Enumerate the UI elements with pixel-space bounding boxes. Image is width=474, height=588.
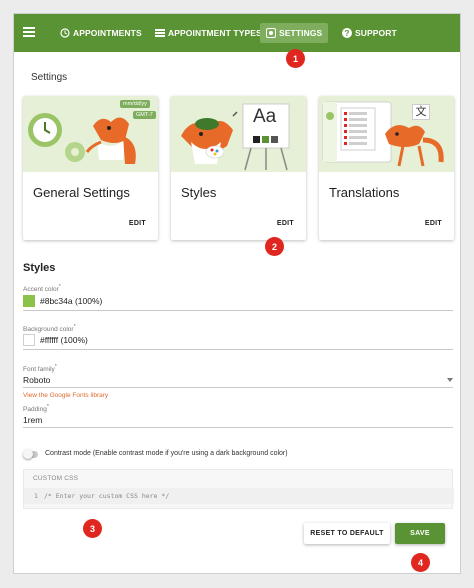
- edit-button[interactable]: EDIT: [425, 220, 442, 227]
- translations-illustration: 文: [319, 96, 454, 172]
- card-styles[interactable]: Aa Styles EDIT: [171, 96, 306, 240]
- accent-color-input[interactable]: #8bc34a (100%): [40, 296, 102, 306]
- contrast-mode-label: Contrast mode (Enable contrast mode if y…: [45, 450, 288, 457]
- font-family-label: Font family*: [23, 364, 57, 374]
- page-title: Settings: [31, 72, 68, 83]
- custom-css-label: CUSTOM CSS: [33, 475, 79, 482]
- background-color-input[interactable]: #ffffff (100%): [40, 335, 88, 345]
- background-color-swatch[interactable]: [23, 334, 35, 346]
- custom-css-editor[interactable]: CUSTOM CSS 1 /* Enter your custom CSS he…: [23, 469, 454, 509]
- card-title: Styles: [181, 185, 217, 200]
- nav-settings-label: SETTINGS: [279, 28, 323, 38]
- font-sample-text: Aa: [253, 106, 277, 127]
- padding-label: Padding*: [23, 404, 49, 414]
- card-title: Translations: [329, 185, 400, 200]
- top-nav: APPOINTMENTS APPOINTMENT TYPES SETTINGS …: [14, 14, 460, 52]
- styles-section-title: Styles: [23, 262, 56, 274]
- background-color-label: Background color*: [23, 324, 76, 334]
- toggle-knob: [23, 449, 33, 459]
- accent-color-swatch[interactable]: [23, 295, 35, 307]
- nav-appointment-types[interactable]: APPOINTMENT TYPES: [151, 23, 266, 43]
- reset-to-default-button[interactable]: RESET TO DEFAULT: [304, 523, 390, 544]
- font-family-select[interactable]: Roboto: [23, 375, 50, 385]
- list-icon: [155, 28, 165, 38]
- annotation-badge-4: 4: [411, 553, 430, 572]
- general-settings-illustration: mm/dd/yy GMT-7: [23, 96, 158, 172]
- custom-css-placeholder[interactable]: /* Enter your custom CSS here */: [44, 492, 169, 500]
- timezone-tag: GMT-7: [133, 111, 156, 119]
- card-title: General Settings: [33, 185, 130, 200]
- svg-text:?: ?: [345, 29, 350, 38]
- nav-appointments-label: APPOINTMENTS: [73, 28, 142, 38]
- font-family-underline: [23, 387, 453, 388]
- accent-color-underline: [23, 310, 453, 311]
- edit-button[interactable]: EDIT: [129, 220, 146, 227]
- google-fonts-link[interactable]: View the Google Fonts library: [23, 392, 108, 399]
- nav-support-label: SUPPORT: [355, 28, 397, 38]
- settings-icon: [266, 28, 276, 38]
- annotation-badge-2: 2: [265, 237, 284, 256]
- annotation-badge-1: 1: [286, 49, 305, 68]
- menu-icon[interactable]: [23, 27, 35, 37]
- nav-appointments[interactable]: APPOINTMENTS: [56, 23, 146, 43]
- styles-illustration: Aa: [171, 96, 306, 172]
- language-symbol: 文: [412, 104, 430, 120]
- date-format-tag: mm/dd/yy: [120, 100, 150, 108]
- padding-input[interactable]: 1rem: [23, 415, 42, 425]
- edit-button[interactable]: EDIT: [277, 220, 294, 227]
- custom-css-line: 1 /* Enter your custom CSS here */: [24, 488, 454, 504]
- card-translations[interactable]: 文 Translations EDIT: [319, 96, 454, 240]
- background-color-underline: [23, 349, 453, 350]
- nav-settings[interactable]: SETTINGS: [260, 23, 329, 43]
- clock-icon: [60, 28, 70, 38]
- annotation-badge-3: 3: [83, 519, 102, 538]
- nav-appointment-types-label: APPOINTMENT TYPES: [168, 28, 262, 38]
- chevron-down-icon[interactable]: [447, 378, 453, 382]
- save-button[interactable]: SAVE: [395, 523, 445, 544]
- padding-underline: [23, 427, 453, 428]
- help-icon: ?: [342, 28, 352, 38]
- line-number: 1: [34, 492, 38, 500]
- accent-color-label: Accent color*: [23, 284, 61, 294]
- card-general-settings[interactable]: mm/dd/yy GMT-7 General Settings EDIT: [23, 96, 158, 240]
- settings-window: APPOINTMENTS APPOINTMENT TYPES SETTINGS …: [13, 13, 461, 574]
- contrast-mode-toggle[interactable]: [23, 449, 38, 459]
- nav-support[interactable]: ? SUPPORT: [338, 23, 401, 43]
